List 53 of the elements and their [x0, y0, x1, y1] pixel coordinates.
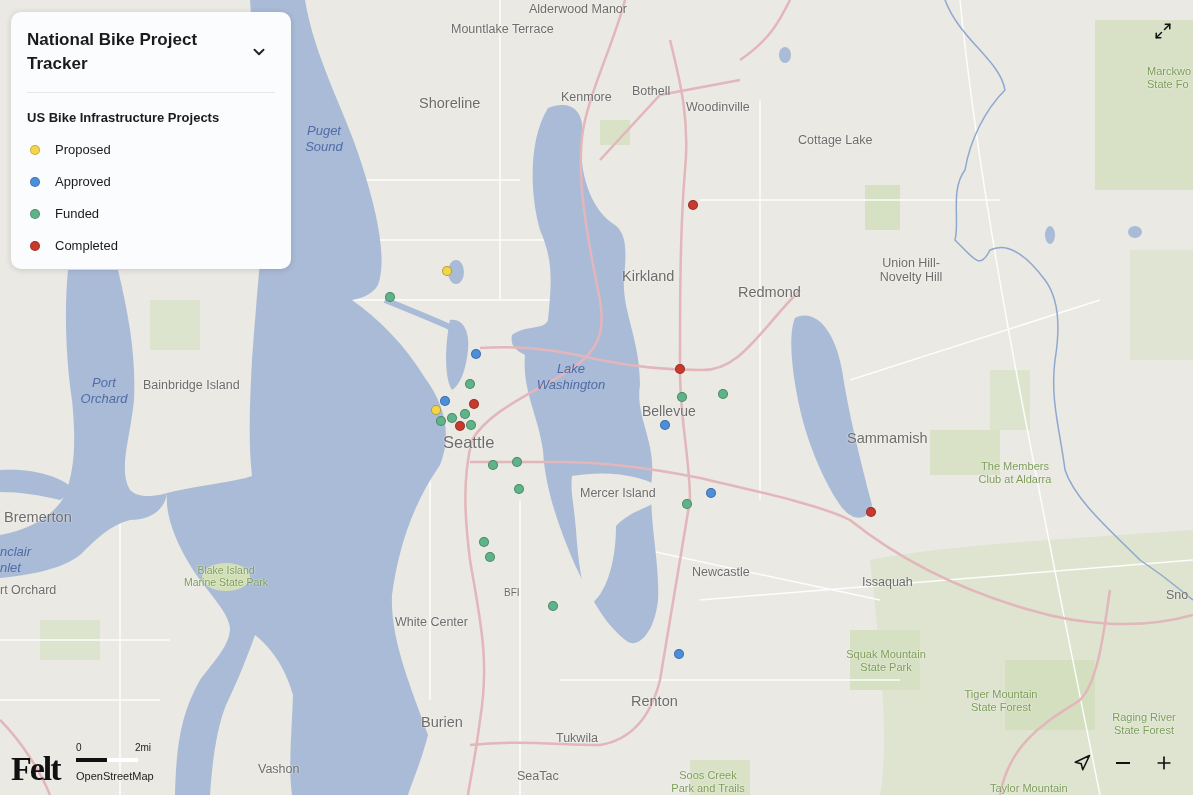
legend-title: National Bike Project Tracker [27, 29, 199, 75]
place-label: Newcastle [692, 564, 750, 581]
place-label: Union Hill-Novelty Hill [878, 256, 944, 284]
legend-label: Funded [55, 205, 100, 223]
place-label: Renton [631, 692, 678, 711]
place-label: Issaquah [862, 574, 913, 591]
place-label: Bellevue [642, 403, 696, 419]
place-label: Kenmore [561, 89, 612, 106]
water-label: nclair nlet [0, 544, 33, 576]
layer-title: US Bike Infrastructure Projects [27, 109, 221, 127]
scale-label: 2mi [134, 742, 151, 754]
minus-icon [1116, 762, 1130, 764]
park-label: Tiger Mountain State Forest [963, 688, 1039, 714]
place-label: Shoreline [419, 94, 481, 113]
expand-icon [1154, 22, 1172, 40]
place-label: Vashon [258, 761, 300, 778]
place-label: Cottage Lake [798, 132, 873, 149]
navigation-arrow-icon [1073, 754, 1091, 772]
place-label: Burien [421, 713, 463, 732]
scale-bar [76, 758, 138, 762]
place-label: White Center [395, 614, 468, 631]
park-label: Marckwo State Fo [1147, 65, 1192, 91]
place-label: Kirkland [622, 267, 675, 286]
place-label: Bainbridge Island [143, 377, 240, 394]
attribution-link[interactable]: OpenStreetMap [76, 770, 154, 783]
park-label: Taylor Mountain [990, 781, 1068, 795]
legend-label: Approved [55, 173, 111, 191]
place-label: Alderwood Manor [529, 1, 627, 18]
park-label: Raging River State Forest [1111, 711, 1177, 737]
legend-label: Completed [55, 237, 118, 255]
scale-label: 0 [76, 742, 82, 754]
place-label: BFI [504, 586, 520, 600]
park-label: Blake Island Marine State Park [182, 564, 269, 588]
place-label: Woodinville [686, 99, 750, 116]
legend-label: Proposed [55, 141, 111, 159]
place-label: Bremerton [4, 508, 72, 527]
place-label: Mountlake Terrace [451, 21, 554, 38]
place-label: Redmond [738, 283, 801, 302]
place-label: Mercer Island [580, 485, 656, 502]
place-label: Seattle [443, 433, 495, 451]
place-label: SeaTac [517, 768, 559, 785]
park-label: Squak Mountain State Park [845, 648, 927, 674]
water-label: Port Orchard [79, 375, 129, 407]
water-label: Puget Sound [304, 123, 344, 155]
place-label: Sammamish [847, 429, 928, 448]
park-label: The Members Club at Aldarra [977, 460, 1053, 486]
place-label: Bothell [632, 83, 671, 100]
logo: Felt [11, 749, 60, 789]
park-label: Soos Creek Park and Trails [670, 769, 746, 795]
place-label: Tukwila [556, 730, 598, 747]
place-label: rt Orchard [0, 582, 57, 599]
water-label: Lake Washington [535, 361, 607, 393]
place-label: Sno [1166, 587, 1189, 604]
